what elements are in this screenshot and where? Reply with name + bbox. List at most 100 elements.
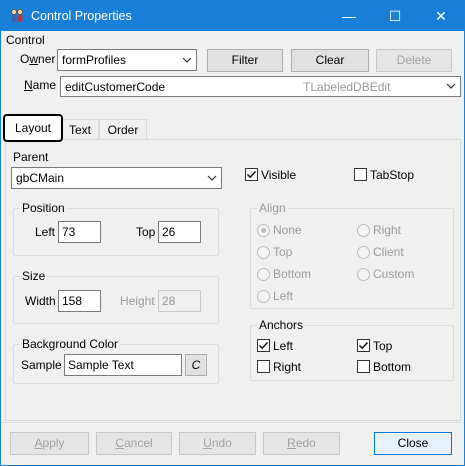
title-bar: Control Properties — ☐ ✕ [1, 1, 464, 31]
cancel-button[interactable]: Cancel [96, 432, 172, 455]
anchors-group: Anchors Left Top Right Bottom [250, 318, 454, 381]
layout-tab-panel: Parent gbCMain Visible TabStop Position … [5, 139, 461, 421]
align-bottom-radio[interactable] [257, 268, 270, 281]
anchor-bottom-label: Bottom [373, 360, 412, 374]
cancel-rest: ancel [123, 436, 153, 450]
delete-button[interactable]: Delete [376, 49, 452, 72]
sample-label: Sample [21, 358, 62, 372]
size-height-label: Height [120, 294, 155, 308]
sample-text-value: Sample Text [68, 358, 134, 372]
position-left-label: Left [35, 225, 56, 239]
minimize-button[interactable]: — [326, 1, 372, 31]
align-none-radio[interactable] [257, 224, 270, 237]
cancel-accel: C [115, 436, 124, 450]
parent-value: gbCMain [16, 171, 65, 185]
name-label: Name [24, 78, 56, 92]
size-width-value: 158 [62, 294, 83, 308]
anchor-left-label: Left [273, 339, 294, 353]
align-left-label: Left [273, 289, 294, 303]
align-group-title: Align [257, 201, 288, 215]
tab-order[interactable]: Order [99, 119, 147, 140]
position-top-label: Top [136, 225, 156, 239]
close-button[interactable]: Close [374, 432, 452, 455]
visible-checkbox[interactable] [245, 168, 258, 181]
undo-rest: ndo [211, 436, 232, 450]
owner-label: Owner [20, 52, 55, 66]
align-client-label: Client [373, 245, 404, 259]
align-custom-radio[interactable] [357, 268, 370, 281]
redo-button[interactable]: Redo [263, 432, 340, 455]
size-width-label: Width [25, 294, 56, 308]
align-bottom-label: Bottom [273, 267, 312, 281]
control-section-label: Control [6, 33, 45, 47]
anchor-left-checkbox[interactable] [257, 339, 270, 352]
align-right-label: Right [373, 223, 402, 237]
position-left-value: 73 [62, 225, 76, 239]
name-label-post: ame [32, 78, 57, 92]
size-height-value: 28 [162, 294, 176, 308]
name-value: editCustomerCode [65, 80, 166, 94]
close-window-button[interactable]: ✕ [418, 1, 464, 31]
tabstop-checkbox[interactable] [354, 168, 367, 181]
chevron-down-icon [182, 57, 192, 63]
align-top-radio[interactable] [257, 246, 270, 259]
checkmark-icon [258, 341, 269, 350]
name-label-accel: N [24, 78, 33, 92]
position-group: Position Left 73 Top 26 [13, 201, 219, 256]
name-combobox[interactable]: editCustomerCode TLabeledDBEdit [60, 76, 461, 97]
owner-combobox[interactable]: formProfiles [57, 49, 197, 71]
redo-accel: R [287, 436, 296, 450]
checkmark-icon [358, 341, 369, 350]
footer-separator [1, 422, 464, 423]
apply-accel: A [34, 436, 43, 450]
anchor-bottom-checkbox[interactable] [357, 360, 370, 373]
sample-text-input[interactable]: Sample Text [64, 354, 182, 376]
owner-label-accel: w [29, 52, 39, 66]
checkmark-icon [246, 170, 257, 179]
size-height-input[interactable]: 28 [158, 290, 201, 312]
anchor-top-checkbox[interactable] [357, 339, 370, 352]
size-group-title: Size [20, 269, 48, 283]
color-picker-button[interactable]: C [185, 354, 207, 376]
background-color-title: Background Color [20, 337, 121, 351]
position-top-value: 26 [162, 225, 176, 239]
background-color-group: Background Color Sample Sample Text C [13, 337, 219, 384]
position-group-title: Position [20, 201, 67, 215]
filter-button[interactable]: Filter [207, 49, 283, 72]
position-left-input[interactable]: 73 [58, 221, 101, 243]
align-right-radio[interactable] [357, 224, 370, 237]
align-custom-label: Custom [373, 267, 415, 281]
anchor-right-label: Right [273, 360, 302, 374]
clear-button[interactable]: Clear [291, 49, 369, 72]
apply-rest: pply [42, 436, 65, 450]
chevron-down-icon [446, 83, 456, 89]
parent-combobox[interactable]: gbCMain [11, 167, 222, 189]
apply-button[interactable]: Apply [10, 432, 89, 455]
anchor-top-label: Top [373, 339, 393, 353]
align-top-label: Top [273, 245, 293, 259]
redo-rest: edo [295, 436, 316, 450]
owner-label-post: ner [38, 52, 56, 66]
size-width-input[interactable]: 158 [58, 290, 101, 312]
owner-label-pre: O [20, 52, 30, 66]
name-type: TLabeledDBEdit [303, 80, 391, 94]
window-title: Control Properties [31, 9, 132, 23]
align-left-radio[interactable] [257, 290, 270, 303]
anchor-right-checkbox[interactable] [257, 360, 270, 373]
undo-button[interactable]: Undo [179, 432, 256, 455]
control-properties-window: Control Properties — ☐ ✕ Control Owner f… [0, 0, 465, 466]
position-top-input[interactable]: 26 [158, 221, 201, 243]
size-group: Size Width 158 Height 28 [13, 269, 219, 324]
anchors-group-title: Anchors [257, 318, 306, 332]
people-icon [11, 9, 23, 22]
tab-text[interactable]: Text [61, 119, 99, 140]
visible-label: Visible [261, 168, 297, 182]
tab-layout[interactable]: Layout [3, 114, 63, 142]
owner-value: formProfiles [62, 53, 127, 67]
chevron-down-icon [207, 175, 217, 181]
align-group: Align None Right Top Client Bottom Custo… [250, 201, 454, 309]
align-none-label: None [273, 223, 302, 237]
undo-accel: U [203, 436, 212, 450]
maximize-button[interactable]: ☐ [372, 1, 418, 31]
align-client-radio[interactable] [357, 246, 370, 259]
